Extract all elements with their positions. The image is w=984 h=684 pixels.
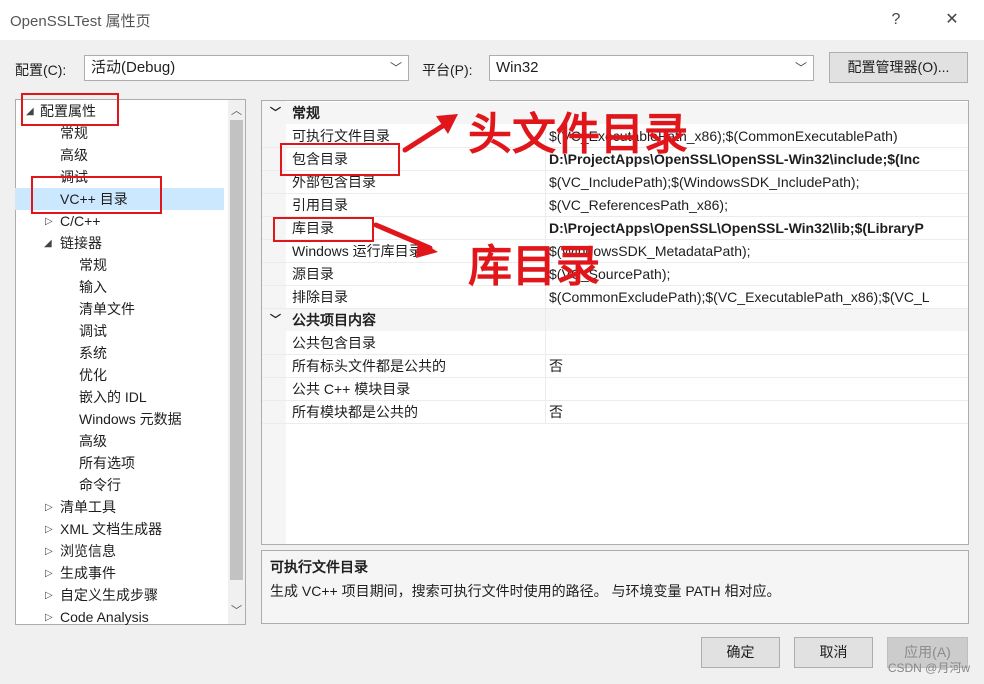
annotation-include-label: 头文件目录 bbox=[468, 109, 688, 160]
watermark: CSDN @月河w bbox=[887, 661, 970, 675]
annotation-lib-label: 库目录 bbox=[468, 241, 600, 292]
arrow-lib-head bbox=[416, 240, 438, 258]
